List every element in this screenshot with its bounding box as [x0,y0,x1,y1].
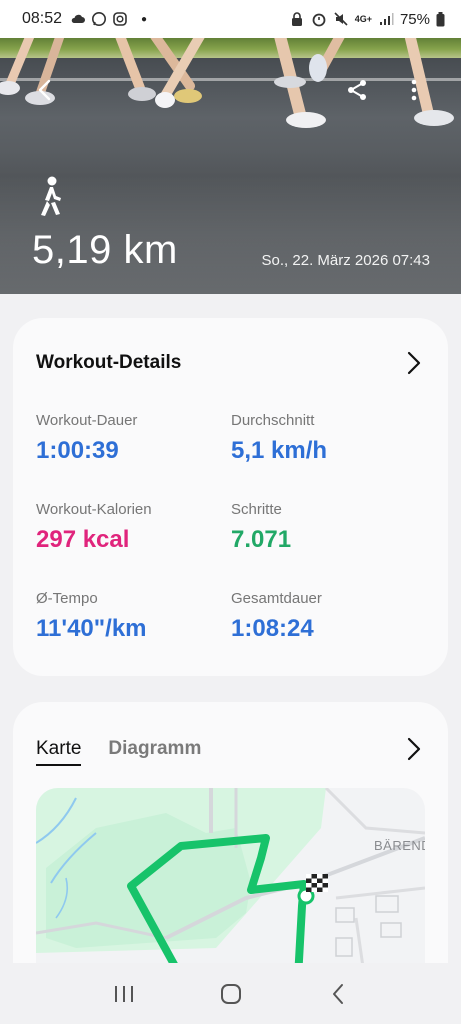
back-button[interactable] [29,74,61,106]
share-icon [348,80,366,100]
alarm-icon [312,13,326,27]
chevron-right-icon[interactable] [406,350,422,376]
chevron-left-icon [38,79,51,101]
home-icon [220,983,241,1004]
metric-label: Ø-Tempo [36,590,98,607]
metric-label: Gesamtdauer [231,590,322,607]
back-arrow-icon [332,983,343,1004]
notification-dot-icon: ● [141,13,148,25]
lock-icon [291,12,302,26]
workout-date: So., 22. März 2026 07:43 [261,252,430,269]
metric-value: 1:08:24 [231,615,314,642]
mute-icon [334,12,348,26]
metric-workout-calories: Workout-Kalorien 297 kcal [36,501,152,554]
battery-icon [436,11,445,26]
metric-label: Workout-Dauer [36,412,138,429]
tab-karte[interactable]: Karte [36,738,82,766]
metric-label: Workout-Kalorien [36,501,152,518]
back-nav-button[interactable] [318,974,358,1014]
walk-icon [41,176,61,216]
metric-value: 11'40"/km [36,615,147,642]
cloud-icon [71,14,86,23]
tab-diagramm[interactable]: Diagramm [108,738,201,766]
finish-flag-icon [306,874,328,892]
status-time: 08:52 [22,10,63,27]
metric-label: Schritte [231,501,282,518]
status-bar: 08:52 ● 4G+ 75% [0,0,461,38]
more-options-button[interactable] [398,74,430,106]
metric-total-duration: Gesamtdauer 1:08:24 [231,590,322,643]
map-place-label: BÄREND [374,838,425,853]
signal-icon [379,13,394,25]
recent-apps-button[interactable] [104,974,144,1014]
metric-steps: Schritte 7.071 [231,501,291,554]
map-tabs: Karte Diagramm [36,738,201,766]
instagram-icon [113,12,127,26]
network-type: 4G+ [354,14,372,24]
share-button[interactable] [341,74,373,106]
workout-details-title: Workout-Details [36,352,182,373]
metric-workout-duration: Workout-Dauer 1:00:39 [36,412,137,465]
more-vertical-icon [411,79,417,101]
map-card: Karte Diagramm BÄREN [13,702,448,1002]
metric-value: 1:00:39 [36,437,119,464]
chevron-right-icon[interactable] [406,736,422,762]
metric-average-pace: Ø-Tempo 11'40"/km [36,590,147,643]
battery-percent: 75% [399,10,430,28]
whatsapp-icon [92,12,107,26]
metric-average-speed: Durchschnitt 5,1 km/h [231,412,327,465]
metric-value: 7.071 [231,526,292,553]
metric-label: Durchschnitt [231,412,315,429]
metric-value: 5,1 km/h [231,437,328,464]
runners-photo [0,36,454,128]
home-button[interactable] [211,974,251,1014]
hero-banner: 5,19 km So., 22. März 2026 07:43 [0,0,461,294]
distance-value: 5,19 km [32,228,178,272]
workout-details-card[interactable]: Workout-Details Workout-Dauer 1:00:39 Du… [13,318,448,676]
system-nav-bar [0,963,461,1024]
metric-value: 297 kcal [36,526,130,553]
recent-apps-icon [114,985,133,1002]
